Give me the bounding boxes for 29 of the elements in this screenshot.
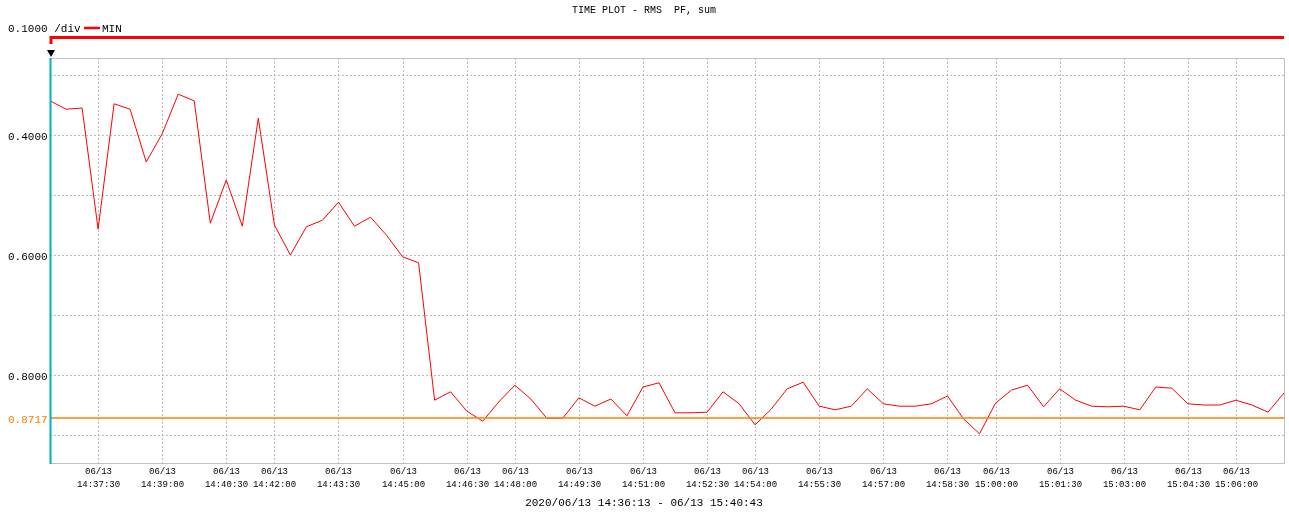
time-range-label: 2020/06/13 14:36:13 - 06/13 15:40:43 [525, 497, 763, 509]
y-tick-label: 0.8717 [8, 413, 48, 426]
x-tick-label: 06/13 14:42:00 [252, 467, 297, 490]
x-tick-label: 06/13 14:54:00 [733, 467, 778, 490]
x-tick-label: 06/13 14:46:30 [445, 467, 490, 490]
chart-title: TIME PLOT - RMS PF, sum [572, 5, 716, 16]
y-tick-label: 0.6000 [8, 250, 48, 263]
x-tick-label: 06/13 14:52:30 [685, 467, 730, 490]
x-tick-label: 06/13 14:58:30 [925, 467, 970, 490]
x-tick-label: 06/13 14:49:30 [557, 467, 602, 490]
x-tick-label: 06/13 15:03:00 [1102, 467, 1147, 490]
x-tick-label: 06/13 15:06:00 [1214, 467, 1259, 490]
scale-label: 0.1000 /div [8, 23, 81, 35]
y-tick-label: 0.8000 [8, 370, 48, 383]
x-tick-label: 06/13 14:37:30 [76, 467, 121, 490]
x-tick-label: 06/13 15:01:30 [1038, 467, 1083, 490]
cursor-marker-icon[interactable] [47, 50, 55, 57]
x-tick-label: 06/13 14:39:00 [140, 467, 185, 490]
x-tick-label: 06/13 14:48:00 [493, 467, 538, 490]
x-tick-label: 06/13 14:40:30 [204, 467, 249, 490]
x-tick-label: 06/13 15:00:00 [974, 467, 1019, 490]
x-tick-label: 06/13 14:45:00 [381, 467, 426, 490]
x-tick-label: 06/13 15:04:30 [1166, 467, 1211, 490]
x-tick-label: 06/13 14:51:00 [621, 467, 666, 490]
legend-label: MIN [102, 23, 122, 35]
x-tick-label: 06/13 14:57:00 [861, 467, 906, 490]
y-tick-label: 0.4000 [8, 130, 48, 143]
x-tick-label: 06/13 14:55:30 [797, 467, 842, 490]
x-tick-label: 06/13 14:43:30 [316, 467, 361, 490]
